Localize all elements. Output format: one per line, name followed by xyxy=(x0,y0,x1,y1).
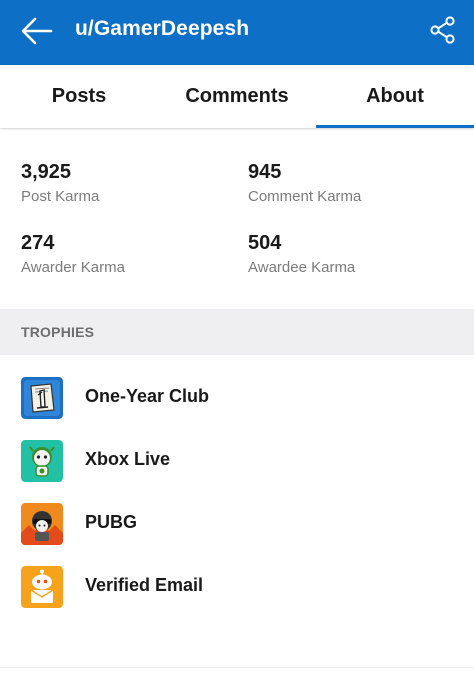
trophy-item-xbox-live[interactable]: Xbox Live xyxy=(0,434,474,490)
trophy-name: PUBG xyxy=(85,512,138,532)
pubg-icon xyxy=(21,503,63,545)
awardee-karma-label: Awardee Karma xyxy=(248,259,356,276)
trophy-item-one-year-club[interactable]: One-Year Club xyxy=(0,371,474,427)
bottom-divider xyxy=(0,667,474,668)
comment-karma-stat: 945 Comment Karma xyxy=(248,160,361,206)
trophy-name: One-Year Club xyxy=(85,386,210,406)
verified-email-icon xyxy=(21,566,63,608)
trophy-item-verified-email[interactable]: Verified Email xyxy=(0,560,474,616)
share-button[interactable] xyxy=(428,15,458,45)
trophy-name: Verified Email xyxy=(85,575,204,595)
post-karma-label: Post Karma xyxy=(21,188,100,205)
awardee-karma-stat: 504 Awardee Karma xyxy=(248,231,355,277)
active-tab-indicator xyxy=(316,125,474,128)
post-karma-stat: 3,925 Post Karma xyxy=(21,160,99,206)
trophy-name: Xbox Live xyxy=(85,449,171,469)
awarder-karma-value: 274 xyxy=(21,232,55,254)
tab-comments[interactable]: Comments xyxy=(158,65,316,128)
tab-posts[interactable]: Posts xyxy=(0,65,158,128)
post-karma-value: 3,925 xyxy=(21,161,72,183)
trophies-heading: TROPHIES xyxy=(21,324,95,340)
awarder-karma-label: Awarder Karma xyxy=(21,259,125,276)
arrow-left-icon xyxy=(21,17,53,45)
app-bar: u/GamerDeepesh xyxy=(0,0,474,65)
tab-about[interactable]: About xyxy=(316,65,474,128)
back-button[interactable] xyxy=(20,16,54,46)
trophy-item-pubg[interactable]: PUBG xyxy=(0,497,474,553)
comment-karma-value: 945 xyxy=(248,161,282,183)
share-icon xyxy=(430,16,455,44)
awardee-karma-value: 504 xyxy=(248,232,282,254)
profile-tabs: Posts Comments About xyxy=(0,65,474,128)
one-year-club-icon xyxy=(21,377,63,419)
page-title: u/GamerDeepesh xyxy=(75,17,250,40)
comment-karma-label: Comment Karma xyxy=(248,188,362,205)
xbox-live-icon xyxy=(21,440,63,482)
awarder-karma-stat: 274 Awarder Karma xyxy=(21,231,125,277)
trophies-section-header: TROPHIES xyxy=(0,309,474,355)
